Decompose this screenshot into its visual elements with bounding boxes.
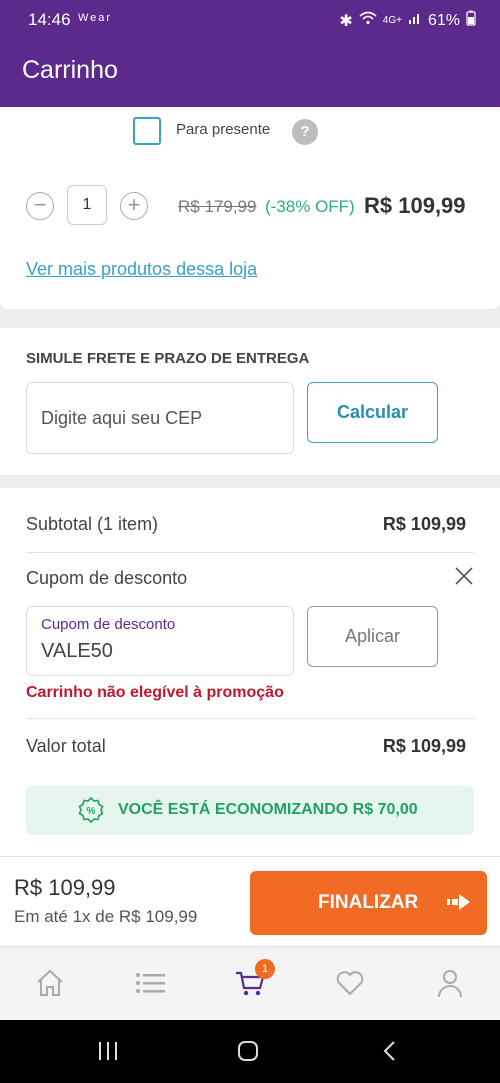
discount-badge-icon: % [78, 797, 104, 823]
installments-text: Em até 1x de R$ 109,99 [14, 907, 198, 926]
divider [26, 552, 474, 553]
total-value: R$ 109,99 [382, 736, 466, 756]
status-right-icons: ✱ 4G+ 61% [339, 10, 476, 31]
battery-percent: 61% [427, 11, 460, 29]
status-notification-icons: Wear [78, 12, 113, 24]
shipping-title: SIMULE FRETE E PRAZO DE ENTREGA [26, 350, 310, 367]
svg-text:%: % [87, 806, 96, 817]
checkout-price: R$ 109,99 [14, 875, 116, 900]
help-icon[interactable]: ? [292, 119, 318, 145]
arrow-right-icon [447, 894, 470, 910]
discount-badge: (-38% OFF) [265, 197, 355, 216]
savings-text: VOCÊ ESTÁ ECONOMIZANDO R$ 70,00 [118, 801, 418, 818]
user-icon[interactable] [434, 967, 466, 999]
coupon-error: Carrinho não elegível à promoção [26, 684, 284, 701]
status-bar: 14:46 Wear ✱ 4G+ 61% [0, 0, 500, 36]
apply-coupon-button[interactable]: Aplicar [307, 606, 438, 667]
subtotal-value: R$ 109,99 [382, 514, 466, 534]
finish-button[interactable]: FINALIZAR [250, 871, 487, 935]
bottom-nav: 1 [0, 946, 500, 1020]
gift-checkbox[interactable] [133, 117, 161, 145]
status-time: 14:46 [28, 10, 71, 29]
shipping-card: SIMULE FRETE E PRAZO DE ENTREGA Calcular [0, 328, 500, 475]
coupon-section-label: Cupom de desconto [26, 568, 188, 588]
back-icon[interactable] [378, 1040, 402, 1062]
system-nav [0, 1020, 500, 1083]
heart-icon[interactable] [334, 967, 366, 999]
divider [26, 718, 474, 719]
gift-label: Para presente [176, 121, 271, 138]
old-price: R$ 179,99 [178, 197, 257, 216]
list-icon[interactable] [134, 967, 166, 999]
cart-badge: 1 [255, 959, 275, 979]
network-type: 4G+ [382, 15, 402, 26]
coupon-field[interactable]: Cupom de desconto [26, 606, 294, 676]
home-button-icon[interactable] [236, 1040, 260, 1062]
subtotal-label: Subtotal (1 item) [26, 514, 159, 534]
quantity-value[interactable]: 1 [67, 185, 107, 225]
quantity-increase-button[interactable]: + [120, 192, 148, 220]
page-title: Carrinho [22, 56, 118, 84]
coupon-input[interactable] [41, 640, 281, 663]
finish-button-label: FINALIZAR [318, 892, 419, 913]
more-products-link[interactable]: Ver mais produtos dessa loja [26, 259, 257, 280]
total-label: Valor total [26, 736, 106, 756]
checkout-bar: R$ 109,99 Em até 1x de R$ 109,99 FINALIZ… [0, 856, 500, 946]
bluetooth-icon: ✱ [339, 12, 353, 30]
battery-icon [466, 10, 476, 31]
product-price: R$ 109,99 [364, 193, 466, 218]
app-header: Carrinho [0, 36, 500, 107]
calculate-button[interactable]: Calcular [307, 382, 438, 443]
totals-card: Subtotal (1 item) R$ 109,99 Cupom de des… [0, 488, 500, 856]
cep-input[interactable] [26, 382, 294, 454]
signal-icon [408, 11, 422, 30]
savings-banner: % VOCÊ ESTÁ ECONOMIZANDO R$ 70,00 [26, 786, 474, 835]
close-icon[interactable] [454, 566, 474, 586]
product-card: Para presente ? − 1 + R$ 179,99 (-38% OF… [0, 107, 500, 309]
home-icon[interactable] [34, 967, 66, 999]
wifi-icon [359, 11, 377, 30]
recent-apps-icon[interactable] [96, 1040, 120, 1062]
coupon-field-label: Cupom de desconto [41, 616, 176, 633]
quantity-decrease-button[interactable]: − [26, 192, 54, 220]
